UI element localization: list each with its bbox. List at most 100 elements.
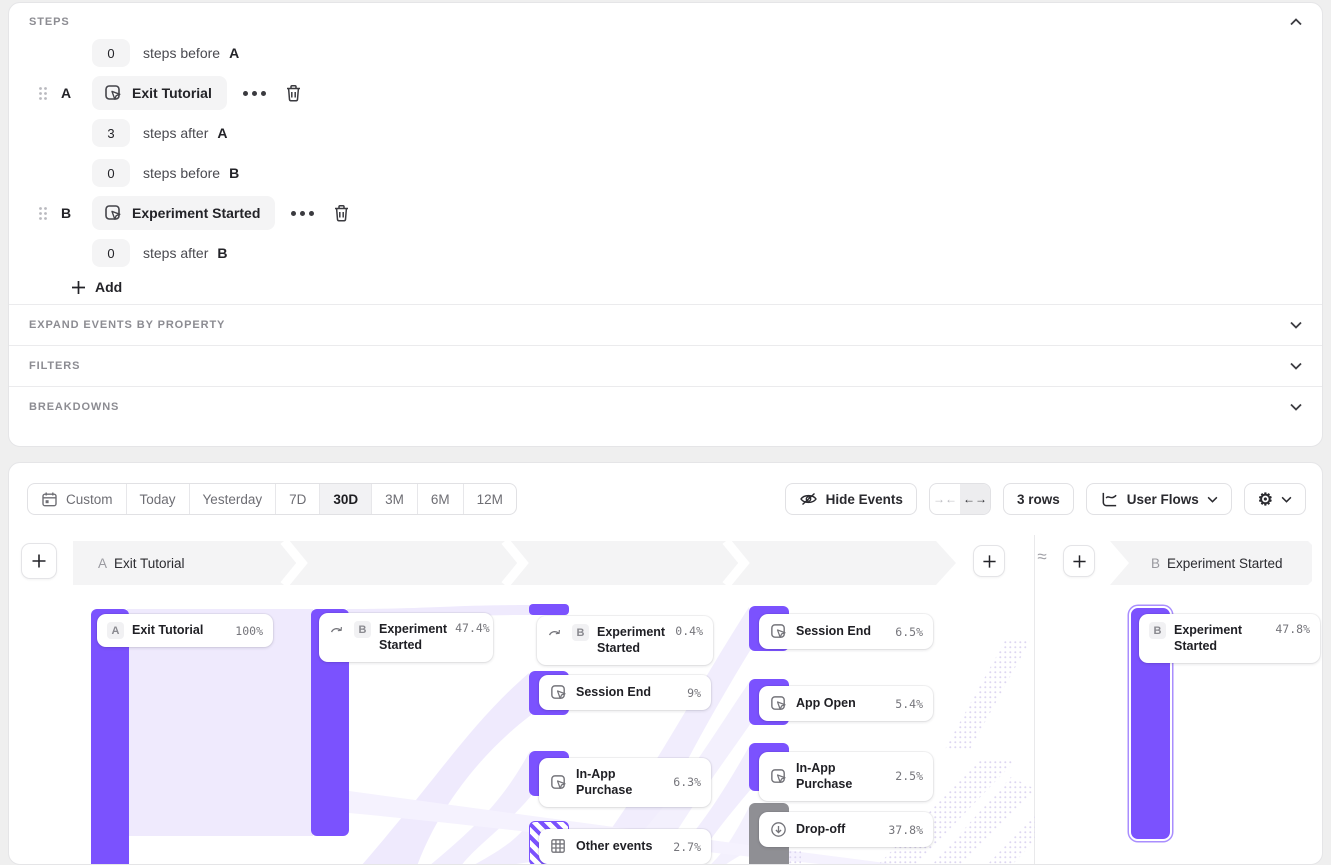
date-range-label: 3M	[385, 492, 404, 507]
node-value: 47.8%	[1275, 622, 1310, 636]
flow-node-session-end-2[interactable]: Session End 6.5%	[759, 614, 933, 649]
column-label: Experiment Started	[1167, 556, 1283, 571]
date-range-7d[interactable]: 7D	[276, 484, 320, 514]
settings-dropdown[interactable]: ⚙	[1244, 483, 1306, 515]
date-range-6m[interactable]: 6M	[418, 484, 464, 514]
collapse-columns-button[interactable]: →←	[930, 484, 960, 514]
steps-section-header[interactable]: STEPS	[9, 3, 1322, 33]
event-select-button[interactable]: Experiment Started	[92, 196, 275, 230]
event-select-button[interactable]: Exit Tutorial	[92, 76, 227, 110]
rows-count-button[interactable]: 3 rows	[1003, 483, 1074, 515]
chevron-down-icon	[1207, 496, 1218, 503]
section-expand-events-by-property[interactable]: EXPAND EVENTS BY PROPERTY	[9, 304, 1322, 345]
node-name: Session End	[796, 623, 887, 639]
step-ref-letter: A	[229, 45, 239, 61]
flow-node-drop-off[interactable]: Drop-off 37.8%	[759, 812, 933, 847]
add-label: Add	[95, 279, 122, 295]
drag-handle-icon[interactable]	[37, 206, 61, 221]
date-range-label: 12M	[477, 492, 503, 507]
add-column-left-button[interactable]	[21, 543, 57, 579]
return-arrow-icon	[547, 624, 564, 641]
steps-count-input[interactable]: 3	[92, 119, 130, 147]
event-icon	[549, 773, 568, 792]
section-breakdowns[interactable]: BREAKDOWNS	[9, 386, 1322, 427]
flow-node-experiment-started[interactable]: B Experiment Started 47.4%	[319, 613, 493, 662]
node-name: In-App Purchase	[796, 760, 887, 793]
node-name: Other events	[576, 838, 665, 854]
step-ref-letter: B	[229, 165, 239, 181]
view-type-label: User Flows	[1127, 492, 1199, 507]
flow-node-in-app-purchase-2[interactable]: In-App Purchase 2.5%	[759, 752, 933, 801]
date-range-custom[interactable]: Custom	[28, 484, 127, 514]
steps-after-row: 0 steps after B	[9, 233, 1322, 273]
steps-count-input[interactable]: 0	[92, 39, 130, 67]
gap-approx-symbol: ≈	[1027, 547, 1057, 567]
date-range-30d-selected[interactable]: 30D	[320, 484, 372, 514]
date-range-yesterday[interactable]: Yesterday	[190, 484, 277, 514]
flow-node-experiment-started-small[interactable]: B Experiment Started 0.4%	[537, 616, 713, 665]
add-step-before-button[interactable]	[1063, 545, 1095, 577]
expand-columns-button[interactable]: ←→	[960, 484, 990, 514]
chart-toolbar: Custom Today Yesterday 7D 30D 3M 6M 12M …	[27, 483, 1306, 515]
column-letter: A	[98, 556, 107, 571]
flow-node-in-app-purchase[interactable]: In-App Purchase 6.3%	[539, 758, 711, 807]
flow-node-session-end[interactable]: Session End 9%	[539, 675, 711, 710]
date-range-label: 6M	[431, 492, 450, 507]
flow-header-band-a	[73, 541, 957, 585]
view-type-dropdown[interactable]: User Flows	[1086, 483, 1232, 515]
node-value: 5.4%	[895, 697, 923, 711]
steps-count-label: steps after	[143, 245, 208, 261]
more-options-icon[interactable]	[291, 211, 314, 216]
section-filters[interactable]: FILTERS	[9, 345, 1322, 386]
chevron-down-icon	[1290, 321, 1302, 329]
steps-count-label: steps before	[143, 45, 220, 61]
steps-before-row: 0 steps before B	[9, 153, 1322, 193]
drag-handle-icon[interactable]	[37, 86, 61, 101]
node-name: Exit Tutorial	[132, 622, 227, 638]
steps-count-label: steps before	[143, 165, 220, 181]
chevron-up-icon[interactable]	[1290, 18, 1302, 26]
node-value: 9%	[687, 686, 701, 700]
calendar-icon	[41, 491, 58, 508]
date-range-today[interactable]: Today	[127, 484, 190, 514]
query-builder-card: STEPS 0 steps before A A Exit Tutorial	[8, 2, 1323, 447]
steps-count-label: steps after	[143, 125, 208, 141]
node-name: Experiment Started	[379, 621, 447, 654]
flow-chart-icon	[1100, 490, 1119, 509]
hide-events-button[interactable]: Hide Events	[785, 483, 917, 515]
steps-count-input[interactable]: 0	[92, 159, 130, 187]
node-name: Drop-off	[796, 821, 880, 837]
date-range-label: Custom	[66, 492, 113, 507]
date-range-3m[interactable]: 3M	[372, 484, 418, 514]
node-value: 47.4%	[455, 621, 490, 635]
delete-step-icon[interactable]	[333, 204, 350, 222]
event-icon	[549, 683, 568, 702]
flow-node-exit-tutorial[interactable]: A Exit Tutorial 100%	[97, 614, 273, 647]
date-range-label: Today	[140, 492, 176, 507]
plus-icon	[982, 554, 997, 569]
return-arrow-icon	[329, 621, 346, 638]
eye-off-icon	[799, 490, 818, 508]
delete-step-icon[interactable]	[285, 84, 302, 102]
step-ref-letter: A	[217, 125, 227, 141]
flow-bar-exit-tutorial[interactable]	[91, 609, 129, 865]
more-options-icon[interactable]	[243, 91, 266, 96]
flow-node-other-events[interactable]: Other events 2.7%	[539, 829, 711, 864]
event-icon	[769, 622, 788, 641]
chevron-down-icon	[1281, 496, 1292, 503]
add-step-button[interactable]: Add	[71, 279, 1322, 295]
event-name: Exit Tutorial	[132, 85, 212, 101]
section-label: BREAKDOWNS	[29, 401, 119, 413]
steps-count-input[interactable]: 0	[92, 239, 130, 267]
flow-bar-experiment-started-small[interactable]	[529, 604, 569, 615]
column-header-b[interactable]: B Experiment Started	[1151, 541, 1283, 585]
steps-list: 0 steps before A A Exit Tutorial	[9, 33, 1322, 304]
date-range-12m[interactable]: 12M	[464, 484, 516, 514]
add-step-after-button[interactable]	[973, 545, 1005, 577]
flow-node-experiment-started-final[interactable]: B Experiment Started 47.8%	[1139, 614, 1320, 663]
flow-node-app-open[interactable]: App Open 5.4%	[759, 686, 933, 721]
chevron-down-icon	[1290, 362, 1302, 370]
column-header-a[interactable]: A Exit Tutorial	[98, 541, 185, 585]
column-label: Exit Tutorial	[114, 556, 185, 571]
step-letter: B	[61, 205, 92, 221]
